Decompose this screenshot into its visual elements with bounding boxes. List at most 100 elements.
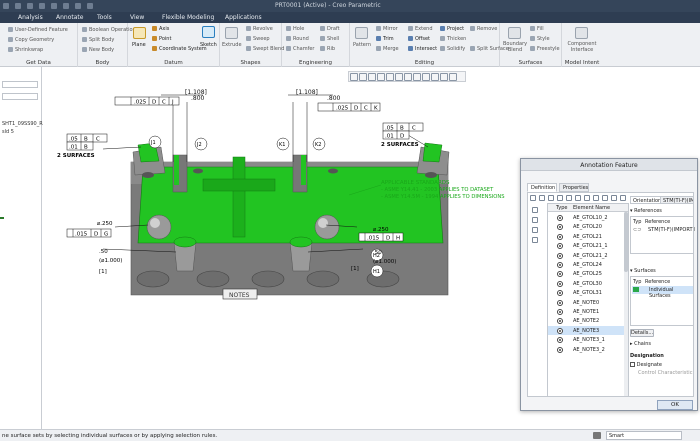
shell-button[interactable]: Shell (320, 36, 339, 42)
list-item[interactable]: AE_GTOL30 (548, 279, 628, 288)
move-down-icon[interactable] (548, 195, 554, 201)
tree-filter-field[interactable] (2, 93, 38, 100)
header-element-name[interactable]: Element Name (573, 205, 610, 211)
list-item[interactable]: AE_GTOL21_2 (548, 251, 628, 260)
boundary-blend-icon[interactable] (508, 27, 521, 39)
solidify-button[interactable]: Solidify (440, 46, 465, 52)
designate-option[interactable]: Designate (630, 362, 694, 368)
copy-icon[interactable] (557, 195, 563, 201)
orientation-value[interactable]: STM(TI-F)(IMPORT FEATURE) (660, 196, 694, 204)
merge-button[interactable]: Merge (376, 46, 399, 52)
hole-button[interactable]: Hole (286, 26, 304, 32)
new-element-icon[interactable] (532, 207, 538, 213)
project-button[interactable]: Project (440, 26, 464, 32)
point-button[interactable]: Point (152, 36, 171, 42)
paste-icon[interactable] (566, 195, 572, 201)
axis-button[interactable]: Axis (152, 26, 169, 32)
extrude-button[interactable]: Extrude (222, 42, 242, 48)
designate-checkbox[interactable] (630, 362, 635, 367)
remove-button[interactable]: Remove (470, 26, 497, 32)
list-item[interactable]: AE_GTOL20 (548, 222, 628, 231)
delete-icon[interactable] (532, 237, 538, 243)
list-item[interactable]: AE_NOTE3 (548, 325, 628, 336)
list-item[interactable]: AE_NOTE0 (548, 298, 628, 307)
edit-icon[interactable] (593, 195, 599, 201)
swept-blend-button[interactable]: Swept Blend (246, 46, 284, 52)
split-body-button[interactable]: Split Body (82, 37, 114, 43)
chevron-right-icon[interactable]: ▸ (630, 341, 633, 347)
list-item[interactable]: AE_NOTE3_1 (548, 335, 628, 344)
pattern-icon[interactable] (355, 27, 368, 39)
list-item[interactable]: AE_GTOL21 (548, 232, 628, 241)
filter-icon[interactable] (575, 195, 581, 201)
component-interface-icon[interactable] (575, 27, 588, 39)
selection-filter[interactable]: Smart (606, 431, 682, 440)
chevron-down-icon[interactable]: ▾ (630, 208, 633, 214)
new-body-button[interactable]: New Body (82, 47, 114, 53)
header-type[interactable]: Type (556, 205, 567, 211)
tab-view[interactable]: View (126, 13, 148, 23)
freestyle-button[interactable]: Freestyle (530, 46, 560, 52)
bracket-icon[interactable] (532, 217, 538, 223)
tree-item[interactable]: SHT1_09SS90_RD (2, 121, 47, 127)
ref-value[interactable]: STM(TI-F)(IMPORT FEATURE) (648, 227, 695, 233)
add-element-icon[interactable] (530, 195, 536, 201)
round-button[interactable]: Round (286, 36, 309, 42)
list-item[interactable]: AE_GTOL31 (548, 288, 628, 297)
extrude-icon[interactable] (225, 27, 238, 39)
draft-button[interactable]: Draft (320, 26, 340, 32)
settings-icon[interactable] (611, 195, 617, 201)
tab-flexible-modeling[interactable]: Flexible Modeling (158, 13, 218, 23)
chamfer-button[interactable]: Chamfer (286, 46, 315, 52)
list-item[interactable]: AE_NOTE2 (548, 316, 628, 325)
extend-button[interactable]: Extend (408, 26, 433, 32)
sketch-icon[interactable] (202, 26, 215, 38)
list-item[interactable]: AE_NOTE1 (548, 307, 628, 316)
chevron-down-icon[interactable]: ▾ (630, 268, 633, 274)
selection-filter-icon[interactable] (593, 432, 601, 439)
tree-item[interactable]: sld 5 (2, 129, 14, 135)
plane-button[interactable]: Plane (132, 42, 146, 48)
tab-properties[interactable]: Properties (559, 183, 589, 192)
component-interface-button[interactable]: Component Interface (565, 41, 599, 53)
surface-row[interactable]: Individual Surfaces (632, 286, 693, 299)
revolve-button[interactable]: Revolve (246, 26, 273, 32)
shrinkwrap-button[interactable]: Shrinkwrap (8, 47, 43, 53)
user-defined-feature-button[interactable]: User-Defined Feature (8, 27, 68, 33)
list-scrollbar[interactable] (624, 212, 628, 396)
copy-geometry-button[interactable]: Copy Geometry (8, 37, 54, 43)
tab-annotate[interactable]: Annotate (52, 13, 87, 23)
trim-button[interactable]: Trim (376, 36, 394, 42)
move-up-icon[interactable] (539, 195, 545, 201)
boundary-blend-button[interactable]: Boundary Blend (503, 41, 527, 53)
sweep-button[interactable]: Sweep (246, 36, 270, 42)
pattern-button[interactable]: Pattern (353, 42, 371, 48)
select-icon[interactable] (584, 195, 590, 201)
list-item[interactable]: AE_GTOL24 (548, 260, 628, 269)
offset-button[interactable]: Offset (408, 36, 430, 42)
tab-tools[interactable]: Tools (93, 13, 116, 23)
rib-button[interactable]: Rib (320, 46, 335, 52)
style-button[interactable]: Style (530, 36, 550, 42)
fill-button[interactable]: Fill (530, 26, 544, 32)
details-button[interactable]: Details... (630, 329, 654, 337)
link-icon[interactable] (532, 227, 538, 233)
coordinate-system-button[interactable]: Coordinate System (152, 46, 207, 52)
pin-icon[interactable] (620, 195, 626, 201)
tree-search-field[interactable] (2, 81, 38, 88)
list-item[interactable]: AE_GTOL10_2 (548, 213, 628, 222)
tab-definition[interactable]: Definition (527, 183, 557, 192)
list-item[interactable]: AE_GTOL21_1 (548, 241, 628, 250)
sketch-button[interactable]: Sketch (200, 42, 217, 48)
tab-analysis[interactable]: Analysis (14, 13, 47, 23)
plane-icon[interactable] (133, 27, 146, 39)
intersect-button[interactable]: Intersect (408, 46, 437, 52)
mirror-button[interactable]: Mirror (376, 26, 398, 32)
tab-applications[interactable]: Applications (221, 13, 266, 23)
quick-access-toolbar[interactable] (0, 0, 270, 12)
ok-button[interactable]: OK (657, 400, 693, 410)
check-icon[interactable] (602, 195, 608, 201)
thicken-button[interactable]: Thicken (440, 36, 466, 42)
list-item[interactable]: AE_NOTE3_2 (548, 345, 628, 354)
list-item[interactable]: AE_GTOL25 (548, 269, 628, 278)
